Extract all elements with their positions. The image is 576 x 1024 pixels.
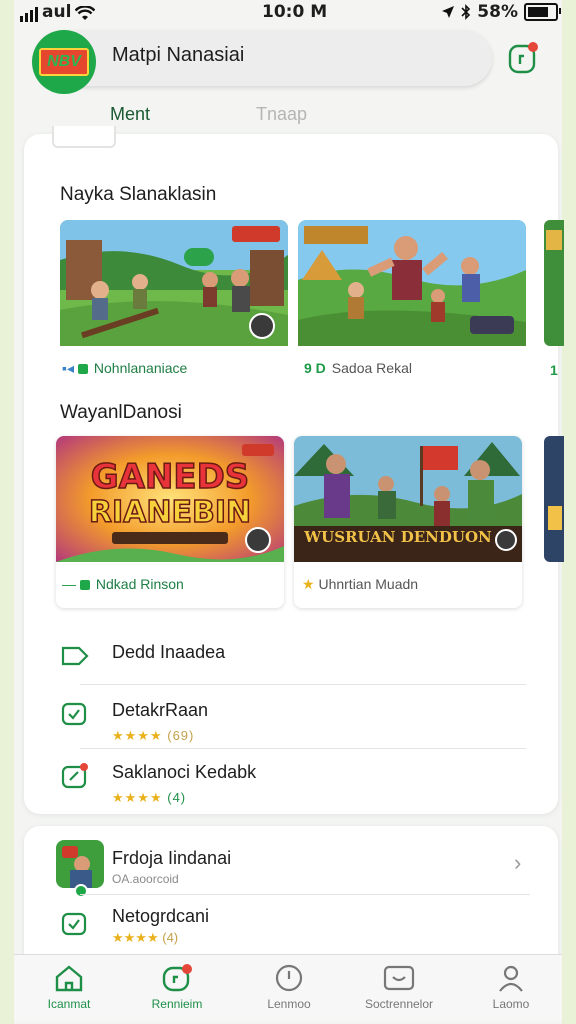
status-bar: aul 10:0 M 58%: [0, 0, 576, 26]
rating-stars: ★★★★ (69): [112, 728, 195, 743]
tile-badge-icon: [77, 364, 88, 375]
nav-label: Laomo: [492, 997, 530, 1011]
wifi-icon: [75, 6, 96, 20]
online-indicator: [74, 884, 88, 898]
divider: [80, 748, 526, 749]
list-item[interactable]: DetakrRaan ★★★★ (69): [60, 700, 530, 750]
nav-home[interactable]: Icanmat: [24, 963, 114, 1011]
tile-badge-icon: [79, 580, 90, 591]
nav-profile[interactable]: Laomo: [466, 963, 556, 1011]
list-item-title: Dedd Inaadea: [112, 642, 226, 662]
battery-icon: [524, 3, 561, 21]
tab-ment[interactable]: Ment: [110, 104, 150, 125]
tile-label-text: Ndkad Rinson: [95, 576, 184, 592]
nav-games[interactable]: Rennieim: [132, 963, 222, 1011]
nav-label: Icanmat: [47, 997, 91, 1011]
game-thumbnail: [60, 220, 288, 346]
partial-game-tile[interactable]: [544, 220, 564, 346]
clock-icon: [275, 964, 303, 992]
battery-percent: 58%: [477, 2, 518, 22]
checkbox-icon: [61, 702, 87, 726]
signal-group: aul: [20, 2, 96, 22]
list-item-title: Netogrdcani: [112, 906, 210, 926]
bottom-nav: Icanmat Rennieim Lenmoo Soctrennelor Lao…: [14, 954, 562, 1021]
dash-icon: —: [62, 576, 76, 592]
rating-stars: ★★★★ (4): [112, 790, 187, 805]
divider: [80, 894, 530, 895]
game-tile[interactable]: GANEDS RIANEBIN — Ndkad Rinson: [56, 436, 284, 608]
divider: [80, 684, 526, 685]
app-title: Matpi Nanasiai: [112, 44, 245, 66]
game-tile[interactable]: 9 D Sadoa Rekal: [298, 220, 526, 392]
game-thumbnail: WUSRUAN DENDUON: [294, 436, 522, 562]
tile-label-text: Nohnlananiace: [93, 360, 188, 376]
tile-label: ★ Uhnrtian Muadn: [302, 576, 418, 593]
card-handle: [52, 126, 116, 148]
bluetooth-icon: [461, 4, 471, 20]
art-title-1: GANEDS: [91, 457, 250, 497]
game-tile[interactable]: WUSRUAN DENDUON ★ Uhnrtian Muadn: [294, 436, 522, 608]
partial-game-tile[interactable]: [544, 436, 564, 562]
clock: 10:0 M: [262, 2, 328, 22]
games-icon: [162, 964, 192, 992]
star-icon: ★: [302, 576, 315, 592]
list-item-title: DetakrRaan: [112, 700, 209, 720]
signal-icon: [20, 6, 38, 22]
home-icon: [55, 965, 83, 992]
game-app-icon[interactable]: [56, 840, 104, 888]
rating-stars: ★★★★ (4): [112, 930, 179, 945]
carrier-label: aul: [42, 2, 72, 22]
nav-label: Soctrennelor: [364, 997, 434, 1011]
nav-label: Lenmoo: [267, 997, 311, 1011]
list-item-title: Frdoja Iindanai: [112, 848, 232, 868]
tile-prefix: 9 D: [304, 360, 326, 376]
tile-label-text: Sadoa Rekal: [331, 360, 412, 376]
profile-icon: [499, 965, 523, 992]
location-icon: [442, 6, 455, 18]
secondary-card: Frdoja Iindanai OA.aoorcoid › Netogrdcan…: [24, 826, 558, 962]
app-logo[interactable]: NBV: [32, 30, 96, 94]
puzzle-icon: [61, 763, 88, 789]
tile-label: ▪◂ Nohnlananiace: [62, 360, 187, 377]
art-title: WUSRUAN DENDUON: [303, 528, 492, 546]
link-icon: ▪◂: [62, 360, 74, 376]
tile-label: — Ndkad Rinson: [62, 576, 184, 592]
controller-icon: [383, 965, 415, 991]
nav-label: Rennieim: [151, 997, 203, 1011]
list-item[interactable]: Dedd Inaadea: [60, 642, 530, 682]
partial-art: [548, 506, 562, 530]
nav-controller[interactable]: Soctrennelor: [354, 963, 444, 1011]
tile-label-text: Uhnrtian Muadn: [318, 576, 419, 592]
nav-clock[interactable]: Lenmoo: [244, 963, 334, 1011]
section-title-1: Nayka Slanaklasin: [60, 184, 217, 205]
partial-label: 1: [550, 362, 558, 378]
title-pill[interactable]: [34, 30, 492, 86]
list-item-title: Saklanoci Kedabk: [112, 762, 257, 782]
tile-label: 9 D Sadoa Rekal: [304, 360, 412, 376]
main-card: Nayka Slanaklasin ▪◂ Nohnlananiace 9 D S…: [24, 126, 564, 814]
game-thumbnail: [298, 220, 526, 346]
section-title-2: WayanlDanosi: [60, 402, 182, 423]
notification-app-icon[interactable]: [508, 40, 538, 74]
chevron-right-icon[interactable]: ›: [514, 850, 521, 876]
art-title-2: RIANEBIN: [89, 495, 251, 530]
partial-art: [546, 230, 562, 250]
game-tile[interactable]: ▪◂ Nohnlananiace: [60, 220, 288, 392]
top-header: NBV Matpi Nanasiai: [14, 26, 562, 98]
logo-text: NBV: [39, 48, 89, 76]
game-thumbnail: GANEDS RIANEBIN: [56, 436, 284, 562]
list-item[interactable]: Saklanoci Kedabk ★★★★ (4): [60, 762, 530, 812]
status-right: 58%: [441, 2, 561, 22]
list-item-subtitle: OA.aoorcoid: [112, 872, 179, 886]
checkbox-icon: [61, 912, 87, 936]
tag-icon: [61, 646, 89, 666]
tab-tnaap[interactable]: Tnaap: [256, 104, 307, 125]
